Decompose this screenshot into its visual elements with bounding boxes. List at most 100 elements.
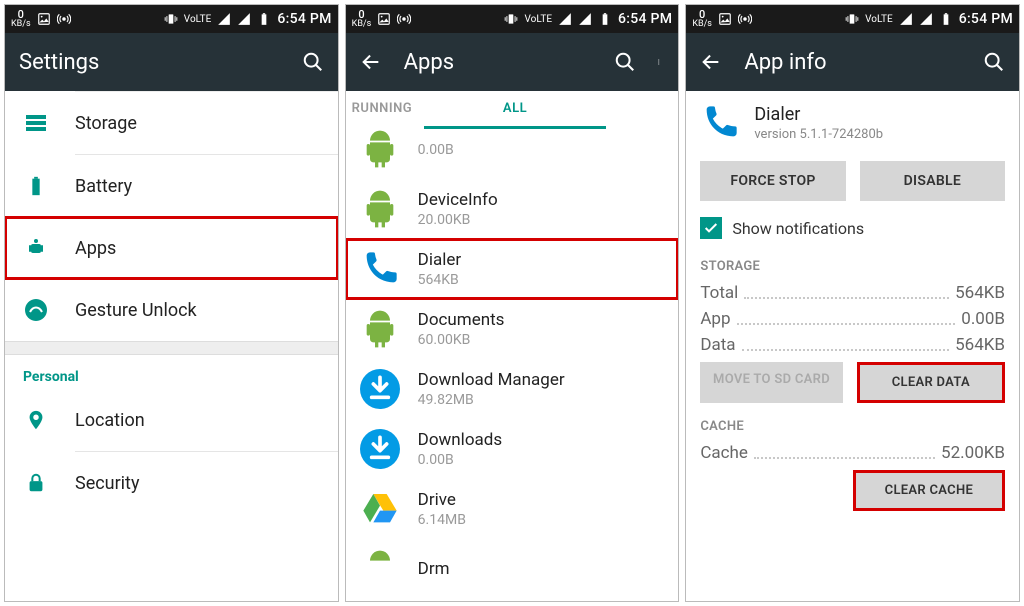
app-size: 564KB [418,272,461,288]
battery-icon [939,12,953,26]
location-icon [23,407,49,433]
lock-icon [23,470,49,496]
tabs: RUNNING ALL [346,91,679,129]
app-name: Drm [418,559,450,579]
status-bar: 0KB/s VoLTE 6:54 PM [346,5,679,33]
storage-app-row: App0.00B [700,306,1005,332]
signal-icon-2 [237,12,251,26]
app-list-item[interactable]: Drive6.14MB [346,479,679,539]
image-icon [377,12,391,26]
drive-icon [360,489,400,529]
settings-item-label: Security [75,473,139,494]
clock: 6:54 PM [277,11,331,27]
screen-app-info: 0KB/s VoLTE 6:54 PM App info Dialer vers… [685,4,1020,602]
search-icon[interactable] [614,51,636,73]
section-personal: Personal [5,355,338,389]
settings-item-gesture[interactable]: Gesture Unlock [5,279,338,341]
show-notifications-row[interactable]: Show notifications [700,207,1005,249]
screen-settings: 0KB/s VoLTE 6:54 PM Settings Storage [4,4,339,602]
battery-icon [23,173,49,199]
android-icon [360,189,400,229]
settings-item-label: Location [75,410,145,431]
back-icon[interactable] [700,51,722,73]
page-title: App info [744,50,961,75]
status-bar: 0KB/s VoLTE 6:54 PM [5,5,338,33]
battery-icon [598,12,612,26]
app-list-item[interactable]: Documents 60.00KB [346,299,679,359]
app-bar: Apps [346,33,679,91]
apps-icon [23,235,49,261]
clock: 6:54 PM [618,11,672,27]
cache-row: Cache52.00KB [700,440,1005,466]
phone-icon [360,249,400,289]
app-name: DeviceInfo [418,190,498,210]
move-sd-button: MOVE TO SD CARD [700,362,842,403]
app-name: Documents [418,310,505,330]
settings-item-security[interactable]: Security [5,452,338,514]
app-name: Dialer [418,250,461,270]
tab-all[interactable]: ALL [424,91,605,129]
status-bar: 0KB/s VoLTE 6:54 PM [686,5,1019,33]
search-icon[interactable] [983,51,1005,73]
show-notifications-label: Show notifications [732,219,864,238]
volte-label: VoLTE [524,14,552,25]
checkbox-checked-icon[interactable] [700,217,722,239]
clock: 6:54 PM [959,11,1013,27]
app-list-item[interactable]: 0.00B [346,129,679,179]
hotspot-icon [397,12,411,26]
settings-item-apps[interactable]: Apps [5,217,338,279]
android-icon [360,549,400,589]
app-info-name: Dialer [754,104,883,125]
app-list-item[interactable]: Download Manager 49.82MB [346,359,679,419]
storage-data-row: Data564KB [700,332,1005,358]
app-list-item-dialer[interactable]: Dialer 564KB [346,239,679,299]
clear-data-button[interactable]: CLEAR DATA [857,362,1005,403]
storage-total-row: Total564KB [700,280,1005,306]
hotspot-icon [738,12,752,26]
signal-icon-1 [558,12,572,26]
settings-item-label: Battery [75,176,132,197]
apps-list[interactable]: 0.00B DeviceInfo 20.00KB Dialer 564KB Docu… [346,129,679,601]
settings-item-storage[interactable]: Storage [5,92,338,154]
app-bar: App info [686,33,1019,91]
download-icon [360,429,400,469]
phone-icon [700,103,740,143]
clear-cache-button[interactable]: CLEAR CACHE [853,470,1005,511]
settings-item-label: Storage [75,113,137,134]
android-icon [360,309,400,349]
app-size: 60.00KB [418,332,505,348]
app-name: Download Manager [418,370,565,390]
data-speed: 0KB/s [11,9,31,29]
settings-list: Storage Battery Apps Gesture Unlock Pers… [5,91,338,601]
app-size: 0.00B [418,452,502,468]
search-icon[interactable] [302,51,324,73]
signal-icon-1 [899,12,913,26]
signal-icon-1 [217,12,231,26]
app-name: Downloads [418,430,502,450]
app-size: 20.00KB [418,212,498,228]
app-info-version: version 5.1.1-724280b [754,127,883,142]
page-title: Settings [19,50,280,75]
image-icon [718,12,732,26]
disable-button[interactable]: DISABLE [860,161,1005,201]
back-icon[interactable] [360,51,382,73]
force-stop-button[interactable]: FORCE STOP [700,161,845,201]
storage-icon [23,110,49,136]
app-list-item[interactable]: Drm [346,539,679,589]
image-icon [37,12,51,26]
settings-item-location[interactable]: Location [5,389,338,451]
vibrate-icon [845,12,859,26]
data-speed: 0KB/s [352,9,372,29]
app-size: 49.82MB [418,392,565,408]
settings-item-battery[interactable]: Battery [5,155,338,217]
hotspot-icon [57,12,71,26]
overflow-icon[interactable] [658,51,664,73]
gesture-icon [23,297,49,323]
section-cache: CACHE [700,409,1005,440]
tab-running[interactable]: RUNNING [346,91,425,129]
app-list-item[interactable]: DeviceInfo 20.00KB [346,179,679,239]
app-size: 0.00B [418,142,454,158]
volte-label: VoLTE [865,14,893,25]
app-list-item[interactable]: Downloads 0.00B [346,419,679,479]
vibrate-icon [504,12,518,26]
